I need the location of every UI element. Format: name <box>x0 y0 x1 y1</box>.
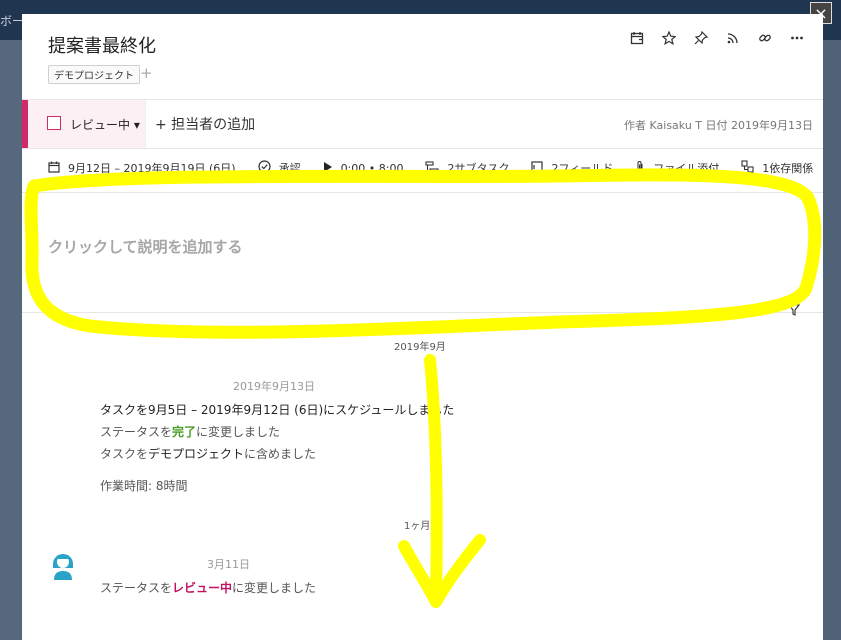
fields-text: 2フィールド <box>551 162 614 175</box>
activity-project: タスクをデモプロジェクトに含めました <box>100 445 316 462</box>
activity-text: ステータスを <box>100 425 173 439</box>
status-review-label: レビュー中 <box>172 581 233 595</box>
project-tag[interactable]: デモプロジェクト <box>48 65 140 84</box>
activity-schedule-text: タスクを9月5日 – 2019年9月12日 (6日)にスケジュールしました <box>100 403 455 417</box>
approval-text: 承認 <box>278 162 301 175</box>
activity-work-time: 作業時間: 8時間 <box>100 479 188 493</box>
pin-icon[interactable] <box>692 29 710 47</box>
background-right <box>823 40 841 640</box>
check-circle-icon <box>257 160 271 176</box>
status-row: レビュー中 ▾ + 担当者の追加 作者 Kaisaku T 日付 2019年9月… <box>22 99 823 149</box>
topbar-text: ボー <box>0 14 25 28</box>
activity-text: に変更しました <box>232 581 317 595</box>
activity-text: に変更しました <box>196 425 281 439</box>
attachment-text: ファイル添付 <box>653 162 720 175</box>
description-top-divider <box>22 192 823 193</box>
description-placeholder[interactable]: クリックして説明を追加する <box>48 236 243 257</box>
approval-field[interactable]: 承認 <box>257 160 301 176</box>
custom-fields-field[interactable]: 2フィールド <box>531 160 613 176</box>
dependency-text: 1依存関係 <box>762 162 814 175</box>
attachment-field[interactable]: ファイル添付 <box>635 160 719 176</box>
fields-icon <box>531 160 544 176</box>
activity-schedule: タスクを9月5日 – 2019年9月12日 (6日)にスケジュールしました <box>100 401 454 418</box>
activity-status-review: ステータスをレビュー中に変更しました <box>100 579 316 596</box>
activity-text: に含めました <box>244 447 317 461</box>
status-dropdown[interactable]: レビュー中 ▾ <box>22 100 146 148</box>
calendar-icon <box>48 161 60 176</box>
calendar-add-icon[interactable] <box>628 29 646 47</box>
date-range-field[interactable]: 9月12日 – 2019年9月19日 (6日) <box>48 160 236 176</box>
play-icon <box>323 161 333 176</box>
link-icon[interactable] <box>756 29 774 47</box>
subtasks-text: 2サブタスク <box>447 162 510 175</box>
activity-date: 2019年9月13日 <box>233 380 315 393</box>
task-panel: 提案書最終化 デモプロジェクト + レビュー中 ▾ + 担当者の追加 作者 Ka… <box>22 14 823 640</box>
task-toolbar <box>628 29 806 47</box>
background-sidebar <box>0 40 22 640</box>
subtasks-field[interactable]: 2サブタスク <box>425 160 509 176</box>
activity-status-done: ステータスを完了に変更しました <box>100 423 280 440</box>
time-text: 0:00 • 8:00 <box>340 161 404 175</box>
status-done-label: 完了 <box>172 425 197 439</box>
time-tracking-field[interactable]: 0:00 • 8:00 <box>323 160 404 176</box>
add-assignee-button[interactable]: + 担当者の追加 <box>155 114 255 134</box>
task-properties: 9月12日 – 2019年9月19日 (6日) 承認 0:00 • 8:00 2… <box>48 160 823 176</box>
paperclip-icon <box>635 160 645 176</box>
task-title[interactable]: 提案書最終化 <box>48 32 156 58</box>
month-separator: 2019年9月 <box>394 342 446 353</box>
activity-date: 3月11日 <box>207 558 250 571</box>
description-bottom-divider <box>22 312 823 313</box>
relative-time-separator: 1ヶ月前 <box>404 521 441 532</box>
star-icon[interactable] <box>660 29 678 47</box>
activity-text: タスクを <box>100 447 149 461</box>
dependency-field[interactable]: 1依存関係 <box>741 160 813 176</box>
subtask-icon <box>425 160 440 176</box>
author-date-meta: 作者 Kaisaku T 日付 2019年9月13日 <box>624 119 813 132</box>
status-label: レビュー中 ▾ <box>70 118 140 132</box>
dependency-icon <box>741 160 754 176</box>
project-link[interactable]: デモプロジェクト <box>148 447 244 461</box>
more-icon[interactable] <box>788 29 806 47</box>
status-checkbox[interactable] <box>47 116 61 130</box>
date-range-text: 9月12日 – 2019年9月19日 (6日) <box>68 162 236 175</box>
filter-icon[interactable] <box>787 304 801 320</box>
user-avatar[interactable] <box>50 550 76 580</box>
activity-text: ステータスを <box>100 581 173 595</box>
rss-icon[interactable] <box>724 29 742 47</box>
add-tag-button[interactable]: + <box>140 64 153 82</box>
